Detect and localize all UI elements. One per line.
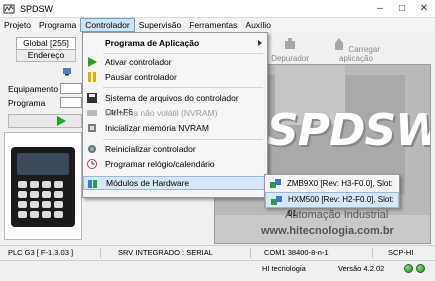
status-bar-info: HI tecnologia Versão 4.2.02 <box>0 260 435 276</box>
chip-icon <box>88 124 96 132</box>
server-mode: SRV INTEGRADO : SERIAL <box>118 248 213 257</box>
logo-subtitle: Automação Industrial <box>285 209 389 221</box>
submenu-item-hxm500[interactable]: HXM500 [Rev: H2-F0.0], Slot: 01 <box>265 192 399 218</box>
menu-item-label: Inicializar memória NVRAM <box>105 123 209 133</box>
address-tab[interactable]: Endereço <box>16 50 76 62</box>
minimize-button[interactable]: – <box>369 0 391 18</box>
app-version: Versão 4.2.02 <box>338 264 385 273</box>
menu-item-label: Programar relógio/calendário <box>105 159 215 169</box>
left-panel: Global [255] Endereço Equipamento Progra… <box>4 34 82 130</box>
title-bar: SPDSW – □ ✕ <box>0 0 435 18</box>
menu-item-label: Módulos de Hardware <box>106 178 190 188</box>
menu-item-label: Memória não volátil (NVRAM) <box>105 108 218 118</box>
module-icon <box>270 179 281 188</box>
depurador-button[interactable]: Depurador <box>268 38 312 63</box>
separator <box>103 139 263 140</box>
close-button[interactable]: ✕ <box>413 0 435 18</box>
menu-item-label: Ativar controlador <box>105 57 172 67</box>
depurador-label: Depurador <box>271 54 309 63</box>
disk-icon <box>87 93 97 103</box>
network-icon <box>63 68 71 76</box>
scp-protocol: SCP-HI <box>388 248 414 257</box>
menubar: Projeto Programa Controlador Supervisão … <box>0 18 435 32</box>
separator <box>372 248 373 258</box>
carregar-label: Carregar aplicação <box>339 45 380 63</box>
programa-label: Programa <box>8 98 46 108</box>
separator <box>103 87 263 88</box>
company-name: HI tecnologia <box>262 264 306 273</box>
play-icon <box>57 116 66 126</box>
status-led-icon <box>416 264 425 273</box>
upload-icon <box>335 38 344 50</box>
device-image <box>4 132 82 240</box>
toolbar: Depurador Carregar aplicação <box>268 34 431 64</box>
menu-item-pausar[interactable]: Pausar controlador <box>83 70 267 84</box>
programa-field[interactable] <box>60 97 82 108</box>
plc-version: PLC G3 [ F-1.3.03 ] <box>8 248 74 257</box>
menu-item-label: Pausar controlador <box>105 72 177 82</box>
menu-item-programa-aplicacao[interactable]: Programa de Aplicação <box>83 36 267 50</box>
status-led-icon <box>404 264 413 273</box>
group-tab[interactable]: Global [255] <box>16 37 76 50</box>
separator <box>250 248 251 258</box>
hardware-modules-icon <box>88 180 97 188</box>
menu-item-label: Programa de Aplicação <box>105 38 200 48</box>
memory-icon <box>87 110 97 116</box>
separator <box>103 53 263 54</box>
logo-url: www.hitecnologia.com.br <box>261 225 394 237</box>
submenu-arrow-icon <box>258 40 262 46</box>
menu-item-modulos-hardware[interactable]: Módulos de Hardware <box>83 176 267 190</box>
separator <box>100 248 101 258</box>
submenu-item-zmb9x0[interactable]: ZMB9X0 [Rev: H3-F0.0], Slot: 00 <box>265 176 399 204</box>
debug-icon <box>285 38 295 49</box>
menu-supervisao[interactable]: Supervisão <box>135 18 186 32</box>
menu-item-ativar[interactable]: Ativar controlador <box>83 55 267 69</box>
menu-item-relogio[interactable]: Programar relógio/calendário <box>83 157 267 171</box>
module-icon <box>271 196 282 205</box>
restart-icon <box>88 145 96 153</box>
menu-item-sistema-arquivos[interactable]: Sistema de arquivos do controlador Ctrl+… <box>83 91 267 117</box>
play-icon <box>88 57 97 67</box>
menu-ferramentas[interactable]: Ferramentas <box>185 18 241 32</box>
equipamento-field[interactable] <box>60 83 82 94</box>
equipamento-label: Equipamento <box>8 84 59 94</box>
maximize-button[interactable]: □ <box>391 0 413 18</box>
pause-icon <box>88 72 96 82</box>
carregar-button[interactable]: Carregar aplicação <box>316 38 396 63</box>
hardware-modules-submenu: ZMB9X0 [Rev: H3-F0.0], Slot: 00 HXM500 [… <box>264 174 400 218</box>
app-icon <box>3 4 15 13</box>
menu-item-nvram[interactable]: Memória não volátil (NVRAM) <box>83 106 267 120</box>
menu-item-inicializar-nvram[interactable]: Inicializar memória NVRAM <box>83 121 267 135</box>
com-port: COM1 38400-8-n-1 <box>264 248 329 257</box>
run-bar[interactable] <box>8 114 82 128</box>
clock-icon <box>87 159 97 169</box>
logo-text: SPDSW <box>267 105 431 156</box>
controlador-menu: Programa de Aplicação Ativar controlador… <box>82 32 268 198</box>
menu-item-label: Reinicializar controlador <box>105 144 196 154</box>
window-title: SPDSW <box>20 3 54 14</box>
menu-programa[interactable]: Programa <box>35 18 80 32</box>
menu-projeto[interactable]: Projeto <box>0 18 35 32</box>
menu-auxilio[interactable]: Auxílio <box>241 18 275 32</box>
status-bar-connection: PLC G3 [ F-1.3.03 ] SRV INTEGRADO : SERI… <box>0 245 435 259</box>
plc-device-icon <box>11 147 75 227</box>
menu-controlador[interactable]: Controlador <box>80 18 135 32</box>
menu-item-reinicializar[interactable]: Reinicializar controlador <box>83 142 267 156</box>
